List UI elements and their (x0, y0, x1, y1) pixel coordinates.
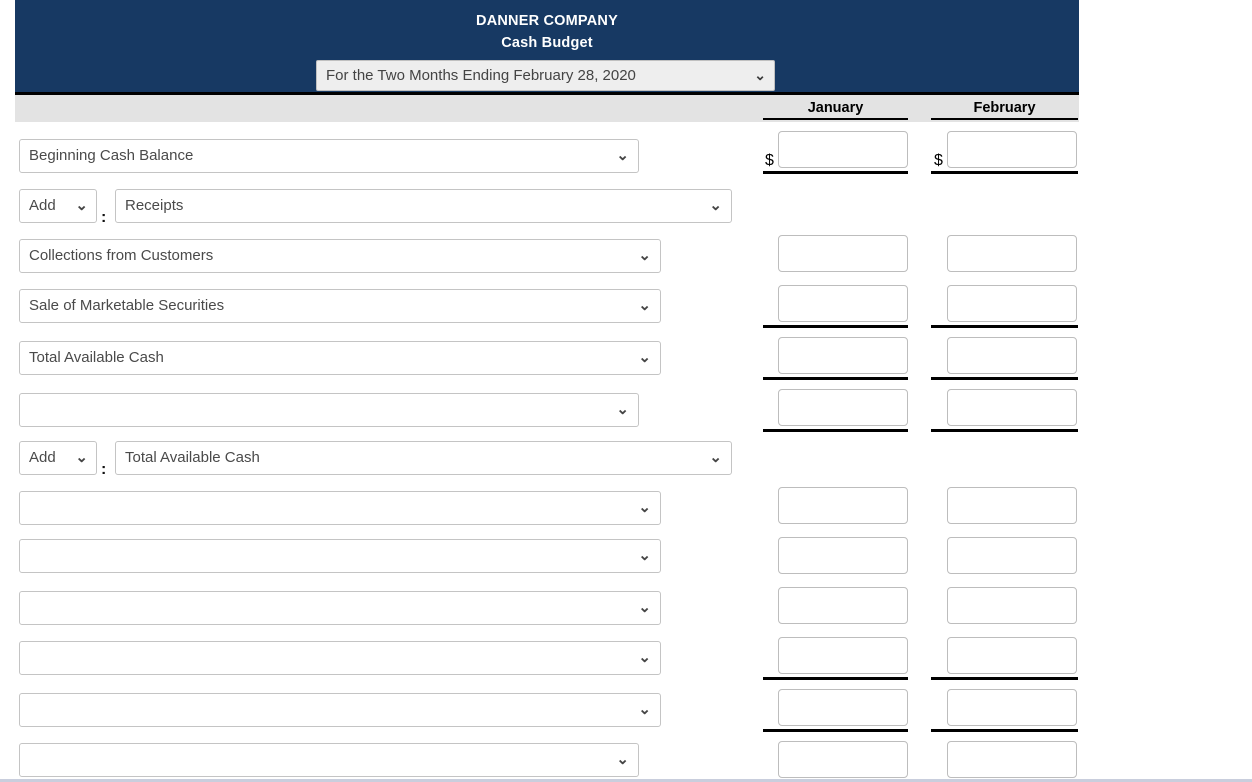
amount-input-january-blank-line-7[interactable] (778, 741, 908, 778)
period-select[interactable]: For the Two Months Ending February 28, 2… (316, 60, 775, 91)
line-item-select-total-available-cash[interactable]: Total Available Cash ⌄ (19, 341, 661, 375)
line-item-value: Total Available Cash (29, 349, 164, 366)
chevron-down-icon: ⌄ (75, 197, 88, 214)
amount-input-february-collections-from-customers[interactable] (947, 235, 1077, 272)
line-item-value: Beginning Cash Balance (29, 147, 194, 164)
chevron-down-icon: ⌄ (616, 147, 629, 164)
add-deduct-select-add-receipts[interactable]: Add ⌄ (19, 189, 97, 223)
line-item-select-sale-of-marketable-securities[interactable]: Sale of Marketable Securities ⌄ (19, 289, 661, 323)
column-header-january: January (763, 99, 908, 120)
section-separator: : (101, 461, 107, 478)
line-item-select-blank-line-1[interactable]: ⌄ (19, 393, 639, 427)
amount-input-january-collections-from-customers[interactable] (778, 235, 908, 272)
section-label-value: Total Available Cash (125, 449, 260, 466)
subtotal-rule-february-blank-line-1 (931, 429, 1078, 432)
section-label-select-add-total-available-cash[interactable]: Total Available Cash ⌄ (115, 441, 732, 475)
amount-input-january-beginning-cash-balance[interactable] (778, 131, 908, 168)
chevron-down-icon: ⌄ (638, 547, 651, 564)
subtotal-rule-february-blank-line-5 (931, 677, 1078, 680)
chevron-down-icon: ⌄ (709, 197, 722, 214)
company-name: DANNER COMPANY (476, 13, 618, 29)
amount-input-february-blank-line-4[interactable] (947, 587, 1077, 624)
subtotal-rule-february-blank-line-6 (931, 729, 1078, 732)
chevron-down-icon: ⌄ (638, 599, 651, 616)
amount-input-january-total-available-cash[interactable] (778, 337, 908, 374)
subtotal-rule-january-blank-line-6 (763, 729, 908, 732)
section-separator: : (101, 209, 107, 226)
column-header-band (15, 95, 1079, 122)
chevron-down-icon: ⌄ (638, 649, 651, 666)
line-item-select-blank-line-6[interactable]: ⌄ (19, 693, 661, 727)
period-select-value: For the Two Months Ending February 28, 2… (326, 67, 636, 84)
amount-input-february-blank-line-3[interactable] (947, 537, 1077, 574)
currency-symbol-january-beginning-cash-balance: $ (765, 152, 774, 169)
amount-input-january-blank-line-4[interactable] (778, 587, 908, 624)
amount-input-january-blank-line-5[interactable] (778, 637, 908, 674)
add-deduct-value: Add (29, 449, 56, 466)
amount-input-february-blank-line-2[interactable] (947, 487, 1077, 524)
amount-input-february-blank-line-7[interactable] (947, 741, 1077, 778)
subtotal-rule-february-beginning-cash-balance (931, 171, 1078, 174)
amount-input-february-sale-of-marketable-securities[interactable] (947, 285, 1077, 322)
section-label-value: Receipts (125, 197, 184, 214)
chevron-down-icon: ⌄ (754, 67, 766, 83)
amount-input-february-blank-line-6[interactable] (947, 689, 1077, 726)
chevron-down-icon: ⌄ (616, 401, 629, 418)
line-item-select-blank-line-5[interactable]: ⌄ (19, 641, 661, 675)
chevron-down-icon: ⌄ (709, 449, 722, 466)
line-item-select-blank-line-2[interactable]: ⌄ (19, 491, 661, 525)
amount-input-january-sale-of-marketable-securities[interactable] (778, 285, 908, 322)
line-item-value: Sale of Marketable Securities (29, 297, 225, 314)
subtotal-rule-january-total-available-cash (763, 377, 908, 380)
subtotal-rule-january-blank-line-1 (763, 429, 908, 432)
chevron-down-icon: ⌄ (638, 701, 651, 718)
amount-input-january-blank-line-2[interactable] (778, 487, 908, 524)
cash-budget-worksheet: DANNER COMPANY Cash Budget For the Two M… (0, 0, 1252, 782)
line-item-select-blank-line-4[interactable]: ⌄ (19, 591, 661, 625)
subtotal-rule-january-blank-line-5 (763, 677, 908, 680)
subtotal-rule-january-beginning-cash-balance (763, 171, 908, 174)
line-item-select-collections-from-customers[interactable]: Collections from Customers ⌄ (19, 239, 661, 273)
section-label-select-add-receipts[interactable]: Receipts ⌄ (115, 189, 732, 223)
currency-symbol-february-beginning-cash-balance: $ (934, 152, 943, 169)
add-deduct-value: Add (29, 197, 56, 214)
amount-input-january-blank-line-1[interactable] (778, 389, 908, 426)
chevron-down-icon: ⌄ (638, 247, 651, 264)
chevron-down-icon: ⌄ (638, 297, 651, 314)
column-header-february: February (931, 99, 1078, 120)
statement-title: Cash Budget (501, 35, 593, 51)
amount-input-february-total-available-cash[interactable] (947, 337, 1077, 374)
chevron-down-icon: ⌄ (638, 349, 651, 366)
add-deduct-select-add-total-available-cash[interactable]: Add ⌄ (19, 441, 97, 475)
subtotal-rule-february-total-available-cash (931, 377, 1078, 380)
chevron-down-icon: ⌄ (75, 449, 88, 466)
amount-input-january-blank-line-6[interactable] (778, 689, 908, 726)
chevron-down-icon: ⌄ (638, 499, 651, 516)
subtotal-rule-february-sale-of-marketable-securities (931, 325, 1078, 328)
line-item-value: Collections from Customers (29, 247, 214, 264)
amount-input-february-beginning-cash-balance[interactable] (947, 131, 1077, 168)
chevron-down-icon: ⌄ (616, 751, 629, 768)
line-item-select-beginning-cash-balance[interactable]: Beginning Cash Balance ⌄ (19, 139, 639, 173)
amount-input-february-blank-line-5[interactable] (947, 637, 1077, 674)
amount-input-february-blank-line-1[interactable] (947, 389, 1077, 426)
subtotal-rule-january-sale-of-marketable-securities (763, 325, 908, 328)
line-item-select-blank-line-3[interactable]: ⌄ (19, 539, 661, 573)
line-item-select-blank-line-7[interactable]: ⌄ (19, 743, 639, 777)
amount-input-january-blank-line-3[interactable] (778, 537, 908, 574)
